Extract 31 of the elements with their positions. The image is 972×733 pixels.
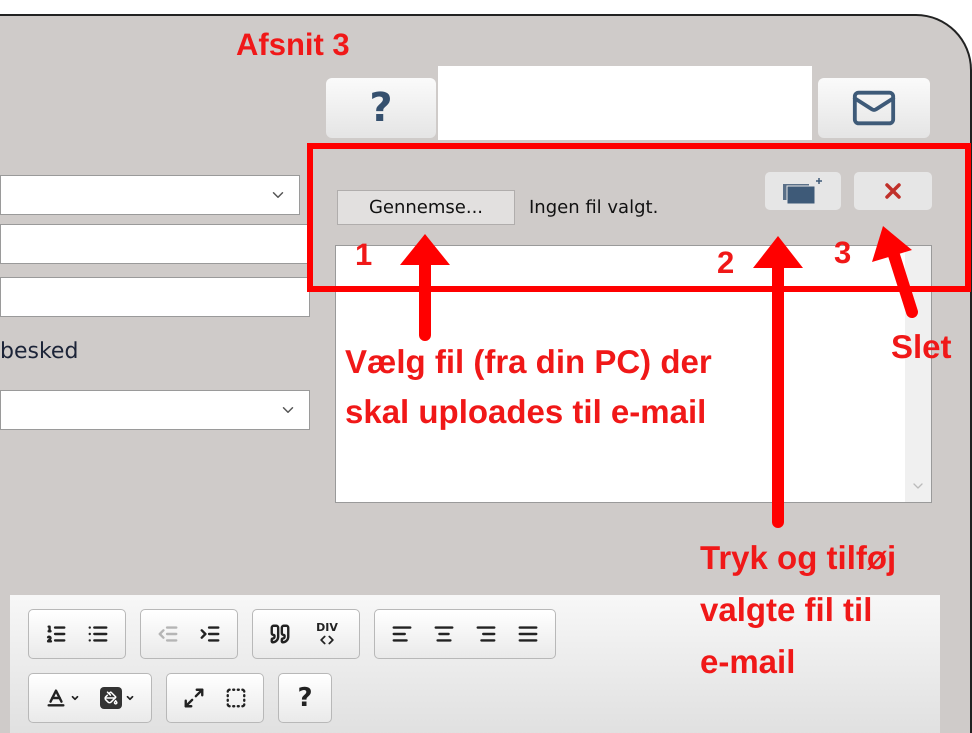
- quote-icon: [269, 623, 291, 645]
- annotation-note: Tryk og tilføj valgte fil til e-mail: [700, 538, 898, 682]
- show-blocks-icon: [225, 687, 247, 709]
- step-number: 1: [355, 236, 372, 274]
- caret-icon: [125, 693, 135, 703]
- browse-button[interactable]: Gennemse...: [337, 190, 515, 225]
- div-button[interactable]: DIV: [301, 614, 353, 654]
- text-field[interactable]: [438, 66, 812, 140]
- help-button[interactable]: ?: [326, 78, 436, 138]
- delete-button[interactable]: [854, 172, 932, 210]
- annotation-note: Vælg fil (fra din PC) der skal uploades til e-mail: [345, 342, 713, 432]
- input-field[interactable]: [0, 277, 310, 317]
- step-number: 2: [717, 244, 734, 282]
- dropdown-field[interactable]: [0, 175, 300, 215]
- step-number: 3: [834, 234, 852, 272]
- add-attachment-button[interactable]: [765, 172, 841, 210]
- help-button[interactable]: ?: [285, 678, 325, 718]
- email-button[interactable]: [818, 78, 930, 138]
- section-title: Afsnit 3: [236, 26, 350, 64]
- numbered-list-icon: [45, 623, 67, 645]
- stacked-images-plus-icon: [781, 176, 825, 206]
- caret-icon: [70, 693, 80, 703]
- text-color-icon: [45, 687, 67, 709]
- annotation-note: Slet: [891, 327, 952, 367]
- code-icon: [320, 632, 334, 646]
- dropdown-field[interactable]: [0, 390, 310, 430]
- file-status: Ingen fil valgt.: [529, 196, 658, 220]
- field-label: besked: [0, 338, 80, 366]
- input-field[interactable]: [0, 224, 310, 264]
- maximize-icon: [183, 687, 205, 709]
- background-color-icon: [100, 687, 122, 709]
